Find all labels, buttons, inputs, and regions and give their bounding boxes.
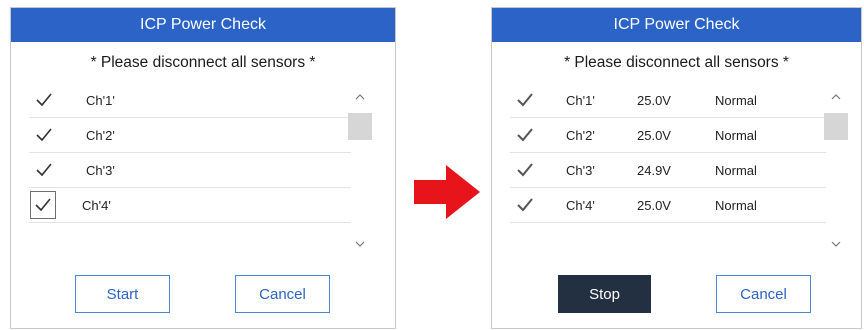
channel-checkbox[interactable]	[515, 126, 534, 145]
dialog-title-bar: ICP Power Check	[492, 8, 861, 42]
stop-button[interactable]: Stop	[558, 275, 651, 313]
disconnect-sensors-notice: * Please disconnect all sensors *	[564, 54, 789, 71]
channel-name: Ch'2'	[566, 127, 595, 143]
chevron-up-icon[interactable]	[354, 92, 366, 102]
scrollbar-thumb[interactable]	[824, 113, 848, 140]
channel-row: Ch'3' 24.9V Normal	[510, 153, 826, 188]
list-scrollbar[interactable]	[823, 83, 849, 255]
channel-voltage: 25.0V	[637, 197, 671, 213]
icp-power-check-dialog-after: ICP Power Check * Please disconnect all …	[491, 7, 862, 329]
channel-row: Ch'4' 25.0V Normal	[510, 188, 826, 223]
channel-name: Ch'4'	[566, 197, 595, 213]
icp-power-check-dialog-before: ICP Power Check * Please disconnect all …	[10, 7, 396, 329]
checkmark-icon	[35, 128, 52, 142]
checkmark-icon	[35, 198, 51, 212]
channel-status: Normal	[715, 197, 757, 213]
right-arrow-icon	[414, 165, 480, 224]
dialog-title: ICP Power Check	[140, 16, 266, 33]
scrollbar-thumb[interactable]	[348, 113, 372, 140]
dialog-title: ICP Power Check	[613, 16, 740, 33]
channel-checkbox[interactable]	[30, 191, 56, 219]
channel-checkbox[interactable]	[515, 196, 534, 215]
disconnect-sensors-notice: * Please disconnect all sensors *	[90, 54, 316, 71]
channel-row: Ch'3'	[29, 153, 351, 188]
channel-row: Ch'2'	[29, 118, 351, 153]
channel-row-empty	[510, 223, 826, 257]
channel-name: Ch'4'	[82, 197, 111, 213]
channel-name: Ch'1'	[86, 92, 115, 108]
channel-name: Ch'1'	[566, 92, 595, 108]
checkmark-icon	[516, 93, 533, 107]
channel-list: Ch'1' 25.0V Normal Ch'2' 25.0V Normal Ch…	[510, 83, 826, 253]
channel-status: Normal	[715, 92, 757, 108]
channel-checkbox[interactable]	[34, 161, 53, 180]
channel-voltage: 25.0V	[637, 92, 671, 108]
channel-row: Ch'2' 25.0V Normal	[510, 118, 826, 153]
checkmark-icon	[516, 128, 533, 142]
channel-list: Ch'1' Ch'2' Ch'3' Ch'4'	[29, 83, 351, 253]
channel-checkbox[interactable]	[515, 161, 534, 180]
channel-row-empty	[29, 223, 351, 257]
list-scrollbar[interactable]	[347, 83, 373, 255]
chevron-up-icon[interactable]	[830, 92, 842, 102]
checkmark-icon	[35, 93, 52, 107]
channel-row: Ch'1'	[29, 83, 351, 118]
channel-name: Ch'2'	[86, 127, 115, 143]
checkmark-icon	[35, 163, 52, 177]
start-button[interactable]: Start	[75, 275, 170, 313]
cancel-button[interactable]: Cancel	[716, 275, 811, 313]
channel-status: Normal	[715, 127, 757, 143]
cancel-button[interactable]: Cancel	[235, 275, 330, 313]
channel-voltage: 25.0V	[637, 127, 671, 143]
channel-checkbox[interactable]	[34, 126, 53, 145]
checkmark-icon	[516, 163, 533, 177]
channel-name: Ch'3'	[566, 162, 595, 178]
dialog-title-bar: ICP Power Check	[11, 8, 395, 42]
channel-row: Ch'1' 25.0V Normal	[510, 83, 826, 118]
channel-status: Normal	[715, 162, 757, 178]
chevron-down-icon[interactable]	[354, 239, 366, 249]
channel-name: Ch'3'	[86, 162, 115, 178]
channel-voltage: 24.9V	[637, 162, 671, 178]
channel-row: Ch'4'	[29, 188, 351, 223]
channel-checkbox[interactable]	[34, 91, 53, 110]
chevron-down-icon[interactable]	[830, 239, 842, 249]
channel-checkbox[interactable]	[515, 91, 534, 110]
checkmark-icon	[516, 198, 533, 212]
